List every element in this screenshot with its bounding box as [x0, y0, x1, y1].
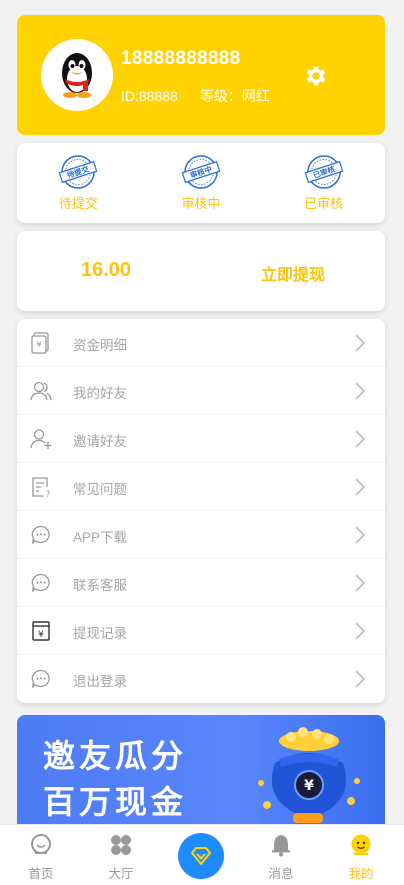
- yuan-record-icon: ¥: [32, 621, 50, 641]
- menu-item-customer-service[interactable]: 联系客服: [17, 559, 385, 607]
- menu-label: APP下载: [73, 530, 128, 545]
- stamp-reviewing-icon: 审核中: [181, 155, 221, 189]
- tab-label: 我的: [348, 867, 374, 881]
- status-label-reviewed: 已审核: [304, 196, 344, 211]
- invite-promo-banner[interactable]: 邀友瓜分 百万现金 ¥: [17, 715, 385, 825]
- status-label-pending: 待提交: [58, 196, 98, 211]
- menu-list: ¥ 资金明细 我的好友 邀请好友 ? 常见问题 APP下载 联系客服 ¥ 提现记…: [17, 319, 385, 703]
- chevron-right-icon: [355, 382, 366, 400]
- tab-label: 消息: [268, 867, 294, 881]
- order-status-card: 待提交 待提交 审核中 审核中 已审核 已审核: [17, 143, 385, 223]
- banner-headline-1: 邀友瓜分: [43, 737, 188, 775]
- menu-label: 邀请好友: [73, 434, 127, 449]
- status-pending-submit[interactable]: 待提交 待提交: [17, 143, 140, 223]
- svg-text:¥: ¥: [36, 340, 41, 349]
- tab-hall[interactable]: 大厅: [86, 825, 156, 885]
- menu-label: 常见问题: [73, 482, 127, 497]
- avatar[interactable]: [41, 39, 113, 111]
- menu-label: 资金明细: [73, 338, 127, 353]
- profile-header: 18888888888 ID:88888 等级：网红: [17, 15, 385, 135]
- stamp-reviewed-icon: 已审核: [304, 155, 344, 189]
- chevron-right-icon: [355, 574, 366, 592]
- tab-messages[interactable]: 消息: [246, 825, 316, 885]
- tab-home[interactable]: 首页: [6, 825, 76, 885]
- menu-label: 退出登录: [73, 674, 127, 689]
- settings-gear-icon[interactable]: [303, 63, 329, 89]
- svg-text:?: ?: [46, 490, 51, 499]
- banner-headline-2: 百万现金: [43, 783, 188, 821]
- status-reviewed[interactable]: 已审核 已审核: [262, 143, 385, 223]
- menu-label: 我的好友: [73, 386, 127, 401]
- wallet-icon: ¥: [31, 332, 49, 354]
- chevron-right-icon: [355, 430, 366, 448]
- status-label-reviewing: 审核中: [181, 196, 221, 211]
- menu-item-invite-friends[interactable]: 邀请好友: [17, 415, 385, 463]
- user-phone: 18888888888: [121, 48, 241, 69]
- menu-item-logout[interactable]: 退出登录: [17, 655, 385, 703]
- chat-bubble-icon: [31, 669, 50, 688]
- grid-icon: [111, 835, 131, 855]
- tab-label: 首页: [28, 867, 54, 881]
- invite-user-icon: [30, 429, 52, 449]
- chat-bubble-icon: [31, 525, 50, 544]
- user-id: ID:88888: [121, 88, 178, 104]
- diamond-icon: [191, 847, 211, 865]
- chevron-right-icon: [355, 622, 366, 640]
- stamp-pending-icon: 待提交: [58, 155, 98, 189]
- money-bag-icon: ¥: [258, 727, 360, 823]
- user-face-icon: [351, 834, 371, 855]
- profile-page: 18888888888 ID:88888 等级：网红 待提交 待提交 审核中 审…: [0, 0, 404, 885]
- chevron-right-icon: [355, 478, 366, 496]
- svg-text:¥: ¥: [38, 630, 44, 640]
- menu-item-my-friends[interactable]: 我的好友: [17, 367, 385, 415]
- chat-bubble-icon: [31, 573, 50, 592]
- menu-label: 联系客服: [73, 578, 127, 593]
- menu-item-faq[interactable]: ? 常见问题: [17, 463, 385, 511]
- wallet-balance: 16.00: [81, 259, 132, 281]
- tab-label: 大厅: [108, 867, 134, 881]
- menu-item-fund-details[interactable]: ¥ 资金明细: [17, 319, 385, 367]
- wallet-card: 16.00 立即提现: [17, 231, 385, 311]
- menu-item-app-download[interactable]: APP下载: [17, 511, 385, 559]
- bell-icon: [272, 835, 290, 857]
- center-diamond-button[interactable]: [178, 833, 224, 879]
- withdraw-button[interactable]: 立即提现: [261, 261, 325, 285]
- home-icon: [31, 834, 51, 854]
- user-meta: ID:88888 等级：网红: [121, 86, 288, 106]
- chevron-right-icon: [355, 526, 366, 544]
- banner-bag-symbol: ¥: [304, 778, 314, 794]
- friends-icon: [30, 381, 52, 401]
- chevron-right-icon: [355, 334, 366, 352]
- user-level: 等级：网红: [199, 88, 270, 104]
- chevron-right-icon: [355, 670, 366, 688]
- penguin-avatar-icon: [62, 53, 92, 98]
- tab-mine[interactable]: 我的: [326, 825, 396, 885]
- bottom-tab-bar: 首页 大厅 消息 我的: [0, 824, 404, 885]
- faq-icon: ?: [32, 477, 51, 499]
- menu-item-withdraw-records[interactable]: ¥ 提现记录: [17, 607, 385, 655]
- status-reviewing[interactable]: 审核中 审核中: [140, 143, 263, 223]
- menu-label: 提现记录: [73, 626, 127, 641]
